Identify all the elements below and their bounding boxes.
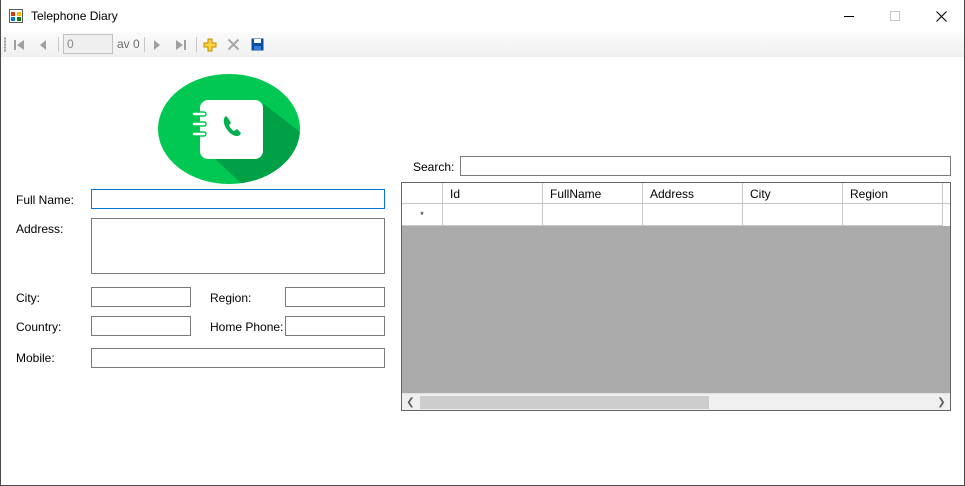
home-phone-field[interactable] [285,316,385,336]
country-field[interactable] [91,316,191,336]
minimize-button[interactable] [826,0,872,32]
main-window: Telephone Diary 0 av 0 Full Name: Addres… [0,0,965,486]
close-icon [935,10,947,22]
address-label: Address: [16,222,64,236]
column-header-region[interactable]: Region [843,183,943,204]
record-count-label: av 0 [117,37,140,51]
scroll-left-icon[interactable]: ❮ [402,394,419,410]
grid-cell[interactable] [543,204,643,226]
phonebook-logo-icon [158,74,300,184]
scroll-right-icon[interactable]: ❯ [933,394,950,410]
delete-button[interactable] [223,35,243,54]
grid-corner-cell[interactable] [402,183,443,204]
column-header-id[interactable]: Id [443,183,543,204]
search-label: Search: [413,160,455,174]
maximize-button[interactable] [872,0,918,32]
toolbar-grip[interactable] [4,37,6,52]
binding-navigator-toolbar: 0 av 0 [1,32,964,57]
toolbar-separator [58,37,59,52]
grid-cell[interactable] [443,204,543,226]
maximize-icon [890,11,900,21]
window-title: Telephone Diary [31,9,118,23]
close-button[interactable] [918,0,964,32]
move-previous-icon [40,39,46,50]
move-first-icon [14,39,24,50]
country-label: Country: [16,320,62,334]
column-header-address[interactable]: Address [643,183,743,204]
title-bar[interactable]: Telephone Diary [1,0,964,32]
column-header-city[interactable]: City [743,183,843,204]
full-name-label: Full Name: [16,193,75,207]
toolbar-separator [196,37,197,52]
save-button[interactable] [247,35,267,54]
horizontal-scrollbar[interactable]: ❮ ❯ [402,393,950,410]
move-last-icon [176,39,186,50]
delete-icon [227,38,239,51]
move-next-button[interactable] [147,35,167,54]
app-window-icon [9,9,23,23]
toolbar-separator [144,37,145,52]
add-new-icon [203,38,217,51]
home-phone-label: Home Phone: [210,320,284,334]
address-field[interactable] [91,218,385,274]
grid-header-row: Id FullName Address City Region [402,183,950,204]
mobile-field[interactable] [91,348,385,368]
new-row[interactable]: * [402,204,950,226]
move-first-button[interactable] [9,35,29,54]
move-last-button[interactable] [171,35,191,54]
search-input[interactable] [460,156,951,176]
scrollbar-thumb[interactable] [420,396,709,409]
grid-cell[interactable] [643,204,743,226]
contacts-grid[interactable]: Id FullName Address City Region * ❮ ❯ [401,182,951,411]
move-previous-button[interactable] [33,35,53,54]
minimize-icon [844,16,854,17]
mobile-label: Mobile: [16,351,55,365]
region-label: Region: [210,291,252,305]
position-input[interactable]: 0 [63,34,113,54]
region-field[interactable] [285,287,385,307]
add-new-button[interactable] [200,35,220,54]
city-field[interactable] [91,287,191,307]
city-label: City: [16,291,40,305]
grid-cell[interactable] [743,204,843,226]
grid-cell[interactable] [843,204,943,226]
save-icon [251,38,263,51]
full-name-field[interactable] [91,189,385,209]
move-next-icon [154,39,160,50]
new-row-marker[interactable]: * [402,204,443,226]
column-header-fullname[interactable]: FullName [543,183,643,204]
